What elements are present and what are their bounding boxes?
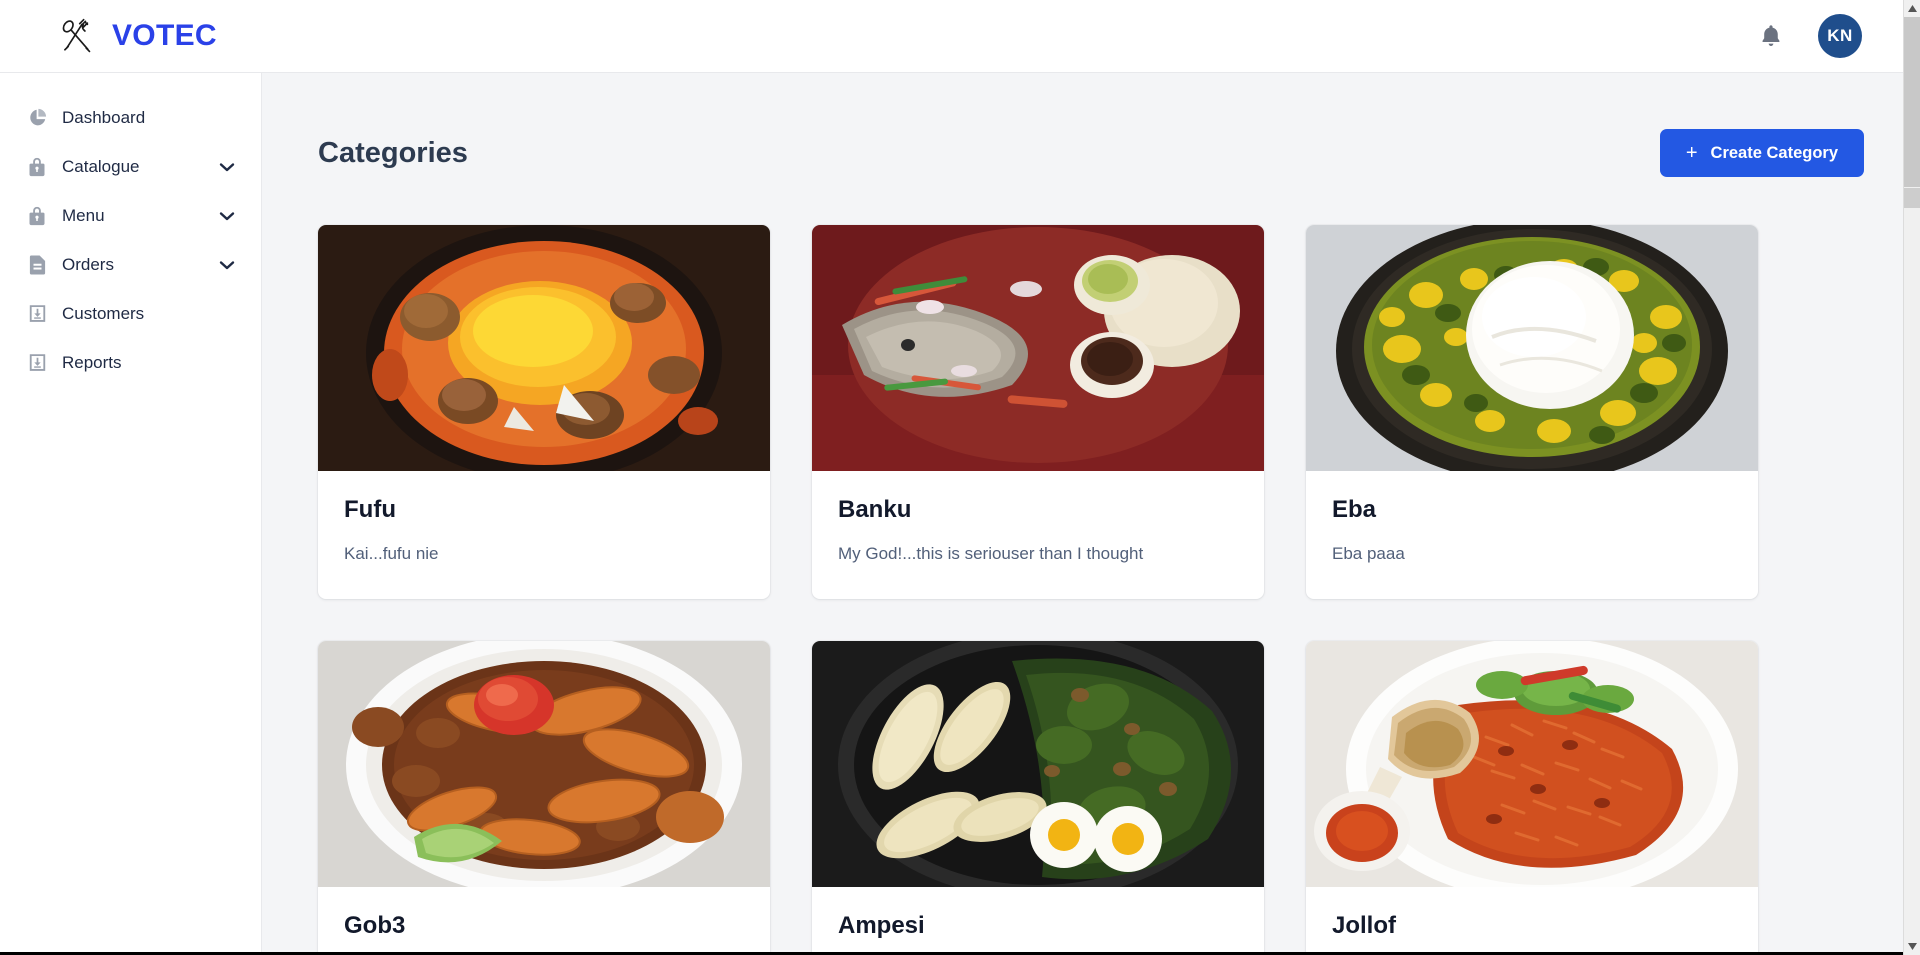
inbox-download-icon — [24, 303, 50, 324]
sidebar-item-label: Reports — [62, 352, 122, 372]
category-title: Banku — [838, 496, 912, 523]
bell-icon[interactable] — [1756, 21, 1786, 51]
category-card[interactable]: Ampesi Ampesi papa paa — [812, 641, 1264, 955]
banku-tilapia-photo — [812, 225, 1264, 471]
top-bar-actions: KN — [1756, 14, 1872, 58]
category-title: Eba — [1332, 496, 1377, 523]
chevron-down-icon[interactable] — [219, 257, 235, 273]
sidebar-item-label: Menu — [62, 205, 105, 225]
sidebar-item-menu[interactable]: Menu — [0, 191, 261, 240]
chevron-down-icon[interactable] — [219, 208, 235, 224]
body: Dashboard Catalogue Menu Orders Customer… — [0, 73, 1920, 955]
brand[interactable]: VOTEC — [56, 16, 217, 56]
category-card-body: Ampesi Ampesi papa paa — [812, 887, 1264, 955]
sidebar-item-orders[interactable]: Orders — [0, 240, 261, 289]
category-card-body: Fufu Kai...fufu nie — [318, 471, 770, 599]
category-description: My God!...this is seriouser than I thoug… — [838, 544, 1144, 564]
sidebar-item-label: Catalogue — [62, 156, 140, 176]
create-category-label: Create Category — [1710, 143, 1838, 162]
sidebar-item-dashboard[interactable]: Dashboard — [0, 93, 261, 142]
category-description: Eba paaa — [1332, 544, 1405, 564]
sidebar-item-label: Orders — [62, 254, 114, 274]
category-grid: Fufu Kai...fufu nie Banku My God!...this… — [318, 225, 1864, 955]
category-card-body: Gob3 Herh...gob3 paaa — [318, 887, 770, 955]
category-title: Fufu — [344, 496, 396, 523]
category-title: Gob3 — [344, 912, 406, 940]
avatar-initials: KN — [1827, 26, 1853, 45]
brand-name: VOTEC — [112, 19, 217, 52]
eba-egusi-photo — [1306, 225, 1758, 471]
category-card[interactable]: Gob3 Herh...gob3 paaa — [318, 641, 770, 955]
inbox-download-icon — [24, 352, 50, 373]
document-icon — [24, 253, 50, 276]
category-card[interactable]: Banku My God!...this is seriouser than I… — [812, 225, 1264, 600]
sidebar-item-label: Customers — [62, 303, 145, 323]
top-bar: VOTEC KN — [0, 0, 1920, 73]
sidebar-item-label: Dashboard — [62, 107, 146, 127]
page-title: Categories — [318, 137, 468, 169]
jollof-rice-chicken-photo — [1306, 641, 1758, 888]
sidebar-item-catalogue[interactable]: Catalogue — [0, 142, 261, 191]
category-card-body: Jollof Tasty Jollof like no other — [1306, 887, 1758, 955]
category-title: Jollof — [1332, 912, 1396, 940]
fufu-soup-photo — [318, 225, 770, 471]
category-description: Kai...fufu nie — [344, 544, 439, 564]
pie-chart-icon — [24, 107, 50, 128]
page-scrollbar[interactable] — [1903, 0, 1920, 955]
plus-icon: + — [1685, 141, 1698, 164]
sidebar-item-reports[interactable]: Reports — [0, 338, 261, 387]
scroll-up-icon[interactable] — [1904, 0, 1920, 17]
category-card[interactable]: Fufu Kai...fufu nie — [318, 225, 770, 600]
scrollbar-track-mark[interactable] — [1904, 188, 1920, 208]
page-header: Categories + Create Category — [318, 129, 1864, 177]
sidebar: Dashboard Catalogue Menu Orders Customer… — [0, 73, 262, 955]
avatar[interactable]: KN — [1818, 14, 1862, 58]
category-title: Ampesi — [838, 912, 925, 940]
main-content: Categories + Create Category Fufu Kai...… — [262, 73, 1920, 955]
scrollbar-thumb[interactable] — [1904, 17, 1920, 187]
category-card[interactable]: Jollof Tasty Jollof like no other — [1306, 641, 1758, 955]
app-root: VOTEC KN Dashboard Catalogue Menu Orders… — [0, 0, 1920, 955]
ampesi-kontomire-photo — [812, 641, 1264, 888]
chevron-down-icon[interactable] — [219, 159, 235, 175]
category-card-body: Banku My God!...this is seriouser than I… — [812, 471, 1264, 599]
sidebar-item-customers[interactable]: Customers — [0, 289, 261, 338]
scroll-down-icon[interactable] — [1904, 938, 1920, 955]
bag-icon — [24, 205, 50, 227]
fork-spoon-icon — [56, 16, 98, 56]
bag-icon — [24, 156, 50, 178]
create-category-button[interactable]: + Create Category — [1659, 129, 1864, 177]
category-card-body: Eba Eba paaa — [1306, 471, 1758, 599]
gob3-beans-plantain-photo — [318, 641, 770, 888]
category-card[interactable]: Eba Eba paaa — [1306, 225, 1758, 600]
